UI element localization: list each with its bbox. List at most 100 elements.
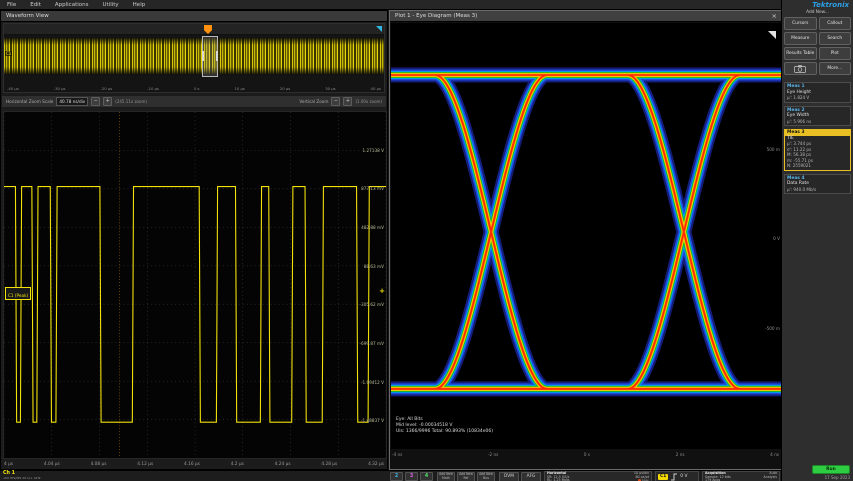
- overview-time-tick: 30 μs: [325, 86, 335, 91]
- rising-edge-icon: [670, 473, 678, 481]
- dvm-button[interactable]: DVM: [499, 472, 519, 481]
- meas-2-value: μ': 5.906 ns: [787, 119, 848, 125]
- voltage-tick: -1.48837 V: [361, 419, 384, 424]
- horizontal-badge[interactable]: Horizontal 10 μs/div SR: 12.5 GS/s 80 ps…: [544, 471, 652, 481]
- camera-icon: [794, 65, 806, 73]
- eye-diagram-trace: [391, 23, 782, 449]
- plot-menu-icon[interactable]: [768, 31, 776, 39]
- waveform-trace: [4, 112, 386, 458]
- channel-4-button[interactable]: 4: [420, 472, 433, 481]
- voltage-tick: 88.63 mV: [364, 265, 384, 270]
- acquisition-badge[interactable]: Acquisition Auto Sample: 12 bits Analysi…: [702, 471, 780, 481]
- zoom-window-right-handle[interactable]: [216, 51, 218, 61]
- acquisition-overview[interactable]: T C1 -40 μs-30 μs-20 μs-10 μs0 s10 μs20 …: [3, 23, 385, 93]
- add-bus-button[interactable]: Add New Bus: [477, 472, 495, 481]
- settings-bar: Ch 1 100 mV/div 50 Ω 1 GHz 2 3 4 Add New…: [0, 470, 781, 481]
- meas-2-badge[interactable]: Meas 2 Eye Width μ': 5.906 ns: [784, 106, 851, 127]
- time-tick: 4.12 μs: [137, 462, 153, 470]
- zoom-window-left-handle[interactable]: [202, 51, 204, 61]
- vzoom-in-button[interactable]: +: [343, 97, 352, 106]
- results-sidebar: Tektronix Add New... Cursors Callout Mea…: [781, 0, 853, 481]
- eye-window-header[interactable]: Plot 1 - Eye Diagram (Meas 3) ×: [390, 11, 781, 22]
- overview-time-scale: -40 μs-30 μs-20 μs-10 μs0 s10 μs20 μs30 …: [7, 86, 381, 91]
- menu-file[interactable]: File: [0, 0, 23, 10]
- overview-channel-label: C1: [5, 51, 12, 56]
- waveform-view-header: Waveform View: [1, 11, 387, 22]
- time-tick: 4 μs: [4, 462, 13, 470]
- measure-button[interactable]: Measure: [784, 32, 817, 45]
- eye-time-tick: 4 ns: [770, 452, 779, 460]
- meas-1-badge[interactable]: Meas 1 Eye Height μ': 1.824 V: [784, 82, 851, 103]
- zoom-waveform-plot[interactable]: 1.27138 V877.13 mV482.88 mV88.63 mV-305.…: [3, 111, 387, 459]
- datetime-display: 17 Sep 2023: [825, 475, 850, 480]
- trigger-badge[interactable]: C1 0 V: [655, 471, 699, 481]
- eye-diagram-plot[interactable]: 500 m0 V-500 m Eye: All Bits Mid level: …: [391, 23, 782, 449]
- overview-time-tick: -20 μs: [100, 86, 112, 91]
- panel-handle-icon[interactable]: [376, 26, 382, 32]
- time-tick: 4.24 μs: [275, 462, 291, 470]
- eye-stat-uis: UIs: 1366/9996 Total: 90.893% (10834e06): [396, 429, 493, 435]
- eye-time-axis: -4 ns-2 ns0 s2 ns4 ns: [392, 450, 779, 460]
- hzoom-out-button[interactable]: −: [91, 97, 100, 106]
- time-tick: 4.2 μs: [231, 462, 244, 470]
- run-button[interactable]: Run: [812, 465, 850, 474]
- channel-3-button[interactable]: 3: [405, 472, 418, 481]
- close-icon[interactable]: ×: [772, 12, 777, 20]
- tekscope-app: File Edit Applications Utility Help Wave…: [0, 0, 853, 481]
- meas-3-value: N: 2559021: [787, 163, 848, 169]
- zoom-window[interactable]: [202, 36, 218, 77]
- overview-waveform: [4, 38, 384, 74]
- channel-source-badge[interactable]: C1 (Peak): [5, 287, 31, 300]
- add-ref-button[interactable]: Add New Ref: [457, 472, 475, 481]
- trigger-level-icon[interactable]: +: [379, 288, 385, 295]
- menu-bar: File Edit Applications Utility Help: [0, 0, 781, 10]
- overview-time-tick: 20 μs: [280, 86, 290, 91]
- overview-time-tick: -10 μs: [147, 86, 159, 91]
- hzoom-scale-label: Horizontal Zoom Scale: [6, 99, 53, 104]
- hzoom-factor: (245.11x zoom): [115, 99, 147, 104]
- callout-button[interactable]: Callout: [819, 17, 852, 30]
- meas-3-badge[interactable]: Meas 3 TIE μ': 3.744 ps σ': 11.22 ps M: …: [784, 129, 851, 171]
- cursors-button[interactable]: Cursors: [784, 17, 817, 30]
- meas-4-badge[interactable]: Meas 4 Data Rate μ': 940.0 Mb/s: [784, 174, 851, 195]
- overview-time-tick: 0 s: [194, 86, 200, 91]
- voltage-tick: 482.88 mV: [361, 226, 384, 231]
- voltage-tick: -699.87 mV: [360, 342, 384, 347]
- overview-time-tick: -30 μs: [54, 86, 66, 91]
- hzoom-scale-value[interactable]: 40.78 ns/div: [56, 97, 88, 106]
- menu-utility[interactable]: Utility: [95, 0, 125, 10]
- screenshot-button[interactable]: [784, 62, 817, 75]
- menu-edit[interactable]: Edit: [23, 0, 48, 10]
- measurement-badges: Meas 1 Eye Height μ': 1.824 V Meas 2 Eye…: [784, 82, 851, 197]
- menu-applications[interactable]: Applications: [48, 0, 96, 10]
- overview-time-tick: -40 μs: [7, 86, 19, 91]
- search-button[interactable]: Search: [819, 32, 852, 45]
- afg-button[interactable]: AFG: [521, 472, 541, 481]
- time-tick: 4.08 μs: [91, 462, 107, 470]
- channel-2-button[interactable]: 2: [390, 472, 403, 481]
- trigger-level: 0 V: [680, 474, 687, 479]
- more-button[interactable]: More...: [819, 62, 852, 75]
- voltage-tick: 877.13 mV: [361, 187, 384, 192]
- time-tick: 4.16 μs: [184, 462, 200, 470]
- time-tick: 4.32 μs: [368, 462, 384, 470]
- results-table-button[interactable]: Results Table: [784, 47, 817, 60]
- channel-1-badge[interactable]: Ch 1 100 mV/div 50 Ω 1 GHz: [1, 471, 67, 481]
- hzoom-in-button[interactable]: +: [103, 97, 112, 106]
- vzoom-factor: (1.00x zoom): [355, 99, 382, 104]
- eye-time-tick: -2 ns: [488, 452, 498, 460]
- time-axis: 4 μs4.04 μs4.08 μs4.12 μs4.16 μs4.2 μs4.…: [4, 460, 384, 470]
- zoom-toolbar: Horizontal Zoom Scale 40.78 ns/div − + (…: [1, 95, 387, 108]
- eye-time-tick: 0 s: [584, 452, 590, 460]
- meas-4-value: μ': 940.0 Mb/s: [787, 187, 848, 193]
- plot-button[interactable]: Plot: [819, 47, 852, 60]
- sidebar-buttons: Cursors Callout Measure Search Results T…: [784, 17, 851, 75]
- source-badge-label: C1 (Peak): [8, 293, 28, 298]
- tektronix-logo: Tektronix: [812, 1, 849, 9]
- add-math-button[interactable]: Add New Math: [437, 472, 455, 481]
- waveform-view-window: Waveform View T C1 -40 μs-30 μs-20 μs-10…: [0, 10, 388, 470]
- eye-time-tick: 2 ns: [676, 452, 685, 460]
- eye-diagram-window: Plot 1 - Eye Diagram (Meas 3) × 500 m0 V…: [389, 10, 782, 470]
- menu-help[interactable]: Help: [126, 0, 153, 10]
- vzoom-out-button[interactable]: −: [331, 97, 340, 106]
